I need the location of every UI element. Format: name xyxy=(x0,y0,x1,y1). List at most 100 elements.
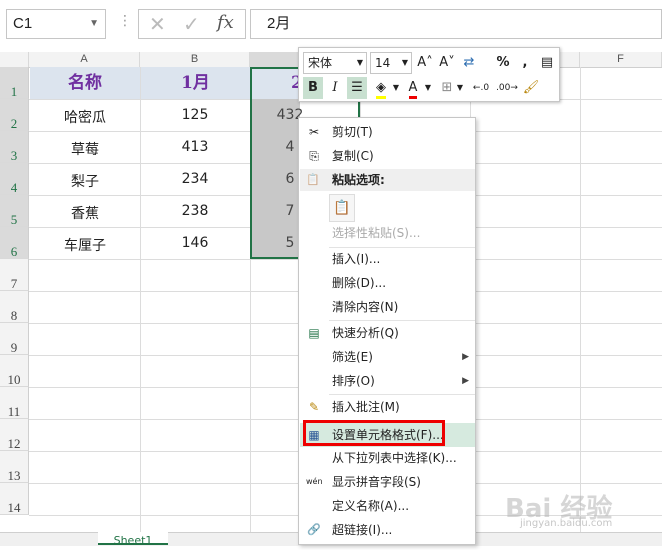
row-header-14[interactable]: 14 xyxy=(0,483,29,515)
chevron-right-icon: ▶ xyxy=(462,376,469,386)
context-menu: ✂ 剪切(T) ⎘ 复制(C) 📋 粘贴选项: 📋 选择性粘贴(S)... 插入… xyxy=(298,117,476,545)
chevron-down-icon[interactable]: ▼ xyxy=(357,53,363,73)
table-cell[interactable]: 413 xyxy=(140,139,250,155)
menu-item-label: 从下拉列表中选择(K)... xyxy=(332,451,457,465)
row-header-1[interactable]: 1 xyxy=(0,67,29,99)
shrink-font-button[interactable]: A˅ xyxy=(437,52,457,74)
menu-item-pick-from-list[interactable]: 从下拉列表中选择(K)... xyxy=(300,446,475,470)
chevron-down-icon[interactable]: ▼ xyxy=(402,53,408,73)
formula-input[interactable]: 2月 xyxy=(250,9,662,39)
row-header-12[interactable]: 12 xyxy=(0,419,29,451)
font-color-letter: A xyxy=(408,80,418,99)
menu-item-sort[interactable]: 排序(O) ▶ xyxy=(300,369,475,393)
table-cell[interactable]: 146 xyxy=(140,235,250,251)
name-box[interactable]: C1 ▼ xyxy=(6,9,106,39)
row-header-5[interactable]: 5 xyxy=(0,195,29,227)
font-color-button[interactable]: A xyxy=(403,77,423,99)
menu-item-define-name[interactable]: 定义名称(A)... xyxy=(300,494,475,518)
header-cell-name[interactable]: 名称 xyxy=(30,67,140,99)
header-cell-jan[interactable]: 1月 xyxy=(141,67,250,99)
increase-decimal-button[interactable]: ←.0 xyxy=(469,77,493,99)
menu-item-label: 粘贴选项: xyxy=(332,173,385,187)
select-all-corner[interactable] xyxy=(0,52,29,67)
paste-option-clipboard-icon[interactable]: 📋 xyxy=(329,194,355,222)
table-cell[interactable]: 车厘子 xyxy=(30,235,140,255)
menu-item-delete[interactable]: 删除(D)... xyxy=(300,271,475,295)
row-header-3[interactable]: 3 xyxy=(0,131,29,163)
menu-item-label: 排序(O) xyxy=(332,374,375,388)
quick-analysis-icon: ▤ xyxy=(308,326,320,340)
format-painter-icon[interactable]: 🖌 xyxy=(521,77,541,99)
row-header-2[interactable]: 2 xyxy=(0,99,29,131)
menu-item-copy[interactable]: ⎘ 复制(C) xyxy=(300,144,475,168)
row-header-8[interactable]: 8 xyxy=(0,291,29,323)
insert-function-button[interactable]: fx xyxy=(217,12,234,33)
row-header-4[interactable]: 4 xyxy=(0,163,29,195)
annotation-highlight-box xyxy=(303,420,445,446)
table-cell[interactable]: 234 xyxy=(140,171,250,187)
accounting-format-icon[interactable]: ⇄ xyxy=(459,52,479,74)
menu-item-paste-special[interactable]: 选择性粘贴(S)... xyxy=(300,221,475,245)
table-cell[interactable]: 草莓 xyxy=(30,139,140,159)
row-header-11[interactable]: 11 xyxy=(0,387,29,419)
percent-style-button[interactable]: % xyxy=(493,52,513,74)
row-header-6[interactable]: 6 xyxy=(0,227,29,259)
chevron-right-icon: ▶ xyxy=(462,352,469,362)
enter-icon[interactable]: ✓ xyxy=(183,12,200,36)
decrease-decimal-button[interactable]: .00→ xyxy=(495,77,519,99)
menu-item-label: 剪切(T) xyxy=(332,125,373,139)
menu-item-label: 插入批注(M) xyxy=(332,400,400,414)
column-header-f[interactable]: F xyxy=(580,52,662,67)
borders-icon[interactable]: ⊞ xyxy=(437,77,457,99)
menu-item-filter[interactable]: 筛选(E) ▶ xyxy=(300,345,475,369)
menu-item-label: 显示拼音字段(S) xyxy=(332,475,421,489)
column-header-b[interactable]: B xyxy=(140,52,250,67)
menu-item-hyperlink[interactable]: 🔗 超链接(I)... xyxy=(300,518,475,542)
row-header-9[interactable]: 9 xyxy=(0,323,29,355)
italic-button[interactable]: I xyxy=(325,77,345,99)
paste-options-header: 📋 粘贴选项: xyxy=(300,169,475,191)
paste-icon: 📋 xyxy=(306,173,320,186)
row-header-10[interactable]: 10 xyxy=(0,355,29,387)
hyperlink-icon: 🔗 xyxy=(307,523,321,536)
name-box-value: C1 xyxy=(13,15,33,32)
menu-item-label: 超链接(I)... xyxy=(332,523,393,537)
cancel-icon[interactable]: ✕ xyxy=(149,12,166,36)
row-header-7[interactable]: 7 xyxy=(0,259,29,291)
align-center-icon[interactable]: ☰ xyxy=(347,77,367,99)
menu-item-clear-contents[interactable]: 清除内容(N) xyxy=(300,295,475,319)
menu-item-label: 定义名称(A)... xyxy=(332,499,410,513)
row-header-13[interactable]: 13 xyxy=(0,451,29,483)
chevron-down-icon[interactable]: ▼ xyxy=(391,77,401,99)
mini-toolbar: 宋体 ▼ 14 ▼ A˄ A˅ ⇄ % , ▤ B I ☰ ◈ ▼ A ▼ ⊞ … xyxy=(298,47,560,102)
column-header-a[interactable]: A xyxy=(29,52,140,67)
menu-item-insert-comment[interactable]: ✎ 插入批注(M) xyxy=(300,395,475,419)
fill-color-icon[interactable]: ◈ xyxy=(371,77,391,99)
chevron-down-icon[interactable]: ▼ xyxy=(455,77,465,99)
chevron-down-icon[interactable]: ▼ xyxy=(89,10,99,38)
table-cell[interactable]: 香蕉 xyxy=(30,203,140,223)
grid-line xyxy=(580,67,581,532)
table-cell[interactable]: 哈密瓜 xyxy=(30,107,140,127)
table-cell[interactable]: 梨子 xyxy=(30,171,140,191)
table-cell[interactable]: 125 xyxy=(140,107,250,123)
menu-item-insert[interactable]: 插入(I)... xyxy=(300,247,475,271)
scissors-icon: ✂ xyxy=(308,125,320,139)
bold-button[interactable]: B xyxy=(303,77,323,99)
menu-item-label: 插入(I)... xyxy=(332,252,381,266)
comma-style-button[interactable]: , xyxy=(515,52,535,74)
sheet-tab[interactable]: Sheet1 xyxy=(98,532,168,547)
chevron-down-icon[interactable]: ▼ xyxy=(423,77,433,99)
watermark-url: jingyan.baidu.com xyxy=(520,518,613,529)
comment-icon: ✎ xyxy=(308,400,320,414)
menu-item-show-phonetic[interactable]: wén 显示拼音字段(S) xyxy=(300,470,475,494)
merge-center-icon[interactable]: ▤ xyxy=(537,52,557,74)
menu-item-quick-analysis[interactable]: ▤ 快速分析(Q) xyxy=(300,321,475,345)
table-cell[interactable]: 238 xyxy=(140,203,250,219)
font-size-select[interactable]: 14 ▼ xyxy=(370,52,412,74)
menu-item-cut[interactable]: ✂ 剪切(T) xyxy=(300,120,475,144)
font-name-select[interactable]: 宋体 ▼ xyxy=(303,52,367,74)
grid-line xyxy=(140,67,141,532)
font-size-value: 14 xyxy=(375,56,391,70)
grow-font-button[interactable]: A˄ xyxy=(415,52,435,74)
